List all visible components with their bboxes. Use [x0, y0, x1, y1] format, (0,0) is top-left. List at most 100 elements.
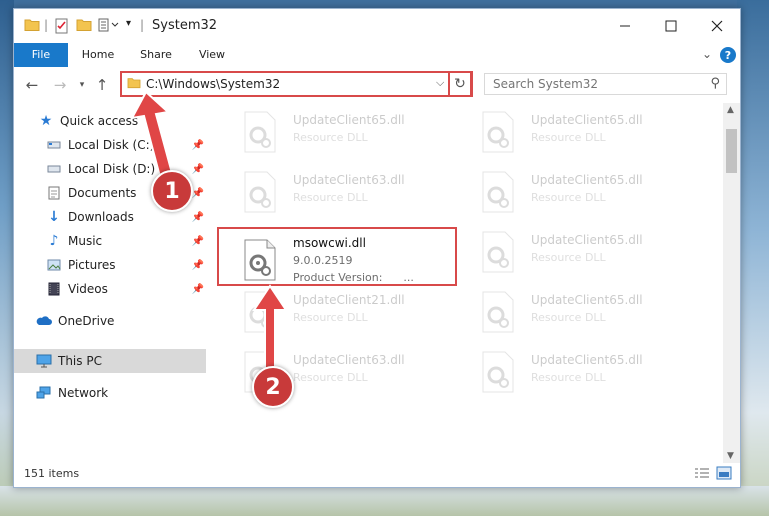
tab-home[interactable]: Home [76, 43, 120, 67]
help-icon[interactable]: ? [720, 47, 736, 63]
file-name: UpdateClient63.dll [293, 353, 405, 367]
sidebar-item-videos[interactable]: Videos 📌 [14, 277, 206, 301]
dll-file-icon [481, 231, 515, 273]
recent-locations-chevron-icon[interactable]: ▾ [72, 75, 92, 95]
scroll-up-icon[interactable]: ▲ [727, 105, 734, 115]
sidebar-item-music[interactable]: ♪ Music 📌 [14, 229, 206, 253]
step-2-callout: 2 [252, 366, 294, 408]
file-description: Resource DLL [531, 311, 606, 324]
download-icon: ↓ [48, 209, 60, 225]
file-description: Resource DLL [531, 131, 606, 144]
dll-file-icon [481, 351, 515, 393]
dll-file-icon [243, 111, 277, 153]
desktop-background-bottom [0, 486, 769, 516]
refresh-button[interactable]: ↻ [448, 71, 472, 97]
file-name: UpdateClient21.dll [293, 293, 405, 307]
sidebar-item-label: Documents [68, 186, 137, 200]
network-icon [36, 385, 52, 401]
forward-arrow-icon[interactable]: → [50, 75, 70, 95]
sidebar-item-label: Network [58, 386, 109, 400]
file-item[interactable]: UpdateClient65.dll Resource DLL [231, 105, 457, 161]
separator: | [140, 18, 145, 32]
cloud-icon [36, 313, 52, 329]
step-1-callout: 1 [151, 170, 193, 212]
star-icon: ★ [39, 113, 53, 129]
search-box[interactable]: ⚲ [484, 73, 727, 95]
properties-icon[interactable] [54, 18, 70, 34]
dll-file-icon [481, 291, 515, 333]
file-description: Resource DLL [531, 251, 606, 264]
title-bar: | ▾ | System32 [14, 9, 740, 43]
pin-icon[interactable]: 📌 [192, 236, 204, 247]
item-count: 151 items [24, 467, 80, 480]
file-highlight-box [217, 227, 457, 286]
pin-icon[interactable]: 📌 [192, 260, 204, 271]
dll-file-icon [481, 171, 515, 213]
sidebar-item-label: Music [68, 234, 103, 248]
desktop-background-right [737, 0, 769, 516]
file-item[interactable]: UpdateClient65.dll Resource DLL [469, 165, 695, 221]
pin-icon[interactable]: 📌 [192, 140, 204, 151]
file-item[interactable]: UpdateClient63.dll Resource DLL [231, 165, 457, 221]
scrollbar-thumb[interactable] [726, 129, 737, 173]
pin-icon[interactable]: 📌 [192, 164, 204, 175]
sidebar-item-this-pc[interactable]: This PC [14, 349, 206, 373]
sidebar-item-label: OneDrive [58, 314, 115, 328]
file-description: Resource DLL [531, 191, 606, 204]
file-description: Resource DLL [531, 371, 606, 384]
chevron-down-icon[interactable]: ⌵ [436, 76, 444, 90]
file-name: UpdateClient65.dll [293, 113, 405, 127]
search-icon[interactable]: ⚲ [710, 76, 720, 91]
ribbon: File Home Share View ⌄ ? [14, 43, 740, 68]
customize-toolbar-icon[interactable] [98, 18, 120, 32]
separator: | [44, 18, 49, 32]
scroll-down-icon[interactable]: ▼ [727, 451, 734, 461]
file-item[interactable]: UpdateClient65.dll Resource DLL [469, 105, 695, 161]
file-name: UpdateClient65.dll [531, 173, 643, 187]
navigation-bar: ← → ▾ ↑ C:\Windows\System32 ⌵ ↻ ⚲ [14, 67, 740, 103]
sidebar-item-onedrive[interactable]: OneDrive [14, 309, 206, 333]
back-arrow-icon[interactable]: ← [22, 75, 42, 95]
sidebar-item-pictures[interactable]: Pictures 📌 [14, 253, 206, 277]
dll-file-icon [243, 171, 277, 213]
pictures-icon [46, 257, 62, 273]
chevron-down-icon[interactable]: ▾ [126, 18, 131, 29]
file-name: UpdateClient65.dll [531, 293, 643, 307]
pin-icon[interactable]: 📌 [192, 188, 204, 199]
tab-file[interactable]: File [14, 43, 68, 67]
new-folder-icon[interactable] [76, 18, 92, 32]
dll-file-icon [481, 111, 515, 153]
minimize-button[interactable] [602, 9, 648, 43]
desktop-background-left [0, 0, 14, 516]
file-description: Resource DLL [293, 311, 368, 324]
folder-icon [24, 18, 40, 32]
video-icon [46, 281, 62, 297]
file-description: Resource DLL [293, 191, 368, 204]
sidebar-item-label: Videos [68, 282, 108, 296]
vertical-scrollbar[interactable]: ▲ ▼ [723, 103, 740, 463]
tab-share[interactable]: Share [134, 43, 178, 67]
search-input[interactable] [485, 74, 703, 94]
close-button[interactable] [694, 9, 740, 43]
tab-view[interactable]: View [190, 43, 234, 67]
expand-ribbon-icon[interactable]: ⌄ [702, 47, 712, 61]
file-description: Resource DLL [293, 371, 368, 384]
sidebar-item-label: Pictures [68, 258, 116, 272]
window-title: System32 [152, 18, 218, 33]
up-arrow-icon[interactable]: ↑ [92, 75, 112, 95]
file-item[interactable]: UpdateClient65.dll Resource DLL [469, 285, 695, 341]
file-item[interactable]: UpdateClient65.dll Resource DLL [469, 345, 695, 401]
maximize-button[interactable] [648, 9, 694, 43]
sidebar-item-label: Quick access [60, 114, 139, 128]
computer-icon [36, 353, 52, 369]
pin-icon[interactable]: 📌 [192, 212, 204, 223]
file-description: Resource DLL [293, 131, 368, 144]
details-view-icon[interactable] [694, 467, 710, 484]
sidebar-item-network[interactable]: Network [14, 381, 206, 405]
pin-icon[interactable]: 📌 [192, 284, 204, 295]
sidebar-item-label: This PC [58, 354, 102, 368]
file-item[interactable]: UpdateClient65.dll Resource DLL [469, 225, 695, 281]
status-bar: 151 items [14, 463, 740, 487]
large-icons-view-icon[interactable] [716, 466, 732, 483]
refresh-icon: ↻ [454, 76, 466, 92]
